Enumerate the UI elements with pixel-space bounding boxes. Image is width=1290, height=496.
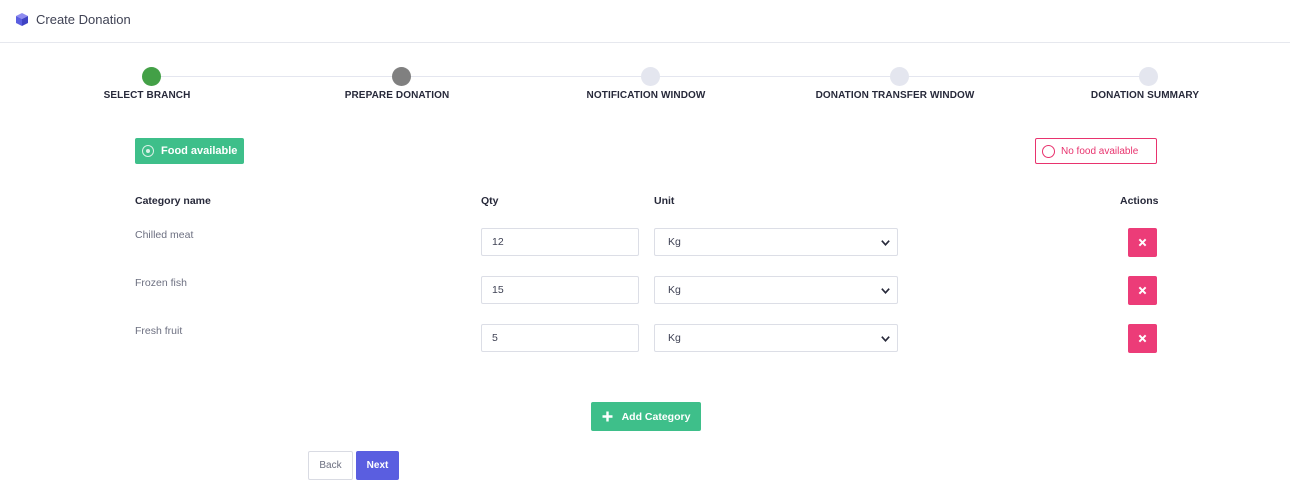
food-available-option[interactable]: Food available <box>135 138 244 164</box>
food-available-label: Food available <box>161 145 238 157</box>
step-dot-donation-transfer-window <box>890 67 909 86</box>
category-name: Frozen fish <box>135 277 187 289</box>
qty-input[interactable] <box>481 228 639 256</box>
column-header-unit: Unit <box>654 195 675 207</box>
page-header: Create Donation <box>0 0 1290 43</box>
progress-stepper: SELECT BRANCH PREPARE DONATION NOTIFICAT… <box>0 66 1290 106</box>
step-dot-donation-summary <box>1139 67 1158 86</box>
radio-selected-icon <box>142 145 154 157</box>
unit-select-value: Kg <box>668 236 681 248</box>
no-food-available-option[interactable]: No food available <box>1035 138 1157 164</box>
step-label-select-branch: SELECT BRANCH <box>103 90 191 101</box>
step-dot-prepare-donation <box>392 67 411 86</box>
qty-input[interactable] <box>481 276 639 304</box>
radio-unselected-icon <box>1042 144 1055 158</box>
step-label-notification-window: NOTIFICATION WINDOW <box>586 90 706 101</box>
add-category-label: Add Category <box>621 410 691 423</box>
delete-row-button[interactable] <box>1128 228 1157 257</box>
close-icon <box>1138 334 1147 343</box>
unit-select-value: Kg <box>668 332 681 344</box>
category-name: Fresh fruit <box>135 325 183 337</box>
step-dot-notification-window <box>641 67 660 86</box>
step-label-donation-summary: DONATION SUMMARY <box>1090 90 1200 101</box>
step-label-prepare-donation: PREPARE DONATION <box>344 90 450 101</box>
back-button[interactable]: Back <box>308 451 353 480</box>
no-food-available-label: No food available <box>1061 145 1139 157</box>
next-button[interactable]: Next <box>356 451 399 480</box>
delete-row-button[interactable] <box>1128 276 1157 305</box>
add-category-button[interactable]: Add Category <box>591 402 701 431</box>
chevron-down-icon <box>881 288 890 295</box>
qty-input[interactable] <box>481 324 639 352</box>
unit-select-value: Kg <box>668 284 681 296</box>
close-icon <box>1138 286 1147 295</box>
plus-icon <box>602 411 613 422</box>
unit-select[interactable]: Kg <box>654 324 898 352</box>
column-header-actions: Actions <box>1120 195 1159 207</box>
chevron-down-icon <box>881 336 890 343</box>
step-dot-select-branch <box>142 67 161 86</box>
page-title: Create Donation <box>36 12 131 27</box>
category-name: Chilled meat <box>135 229 194 241</box>
close-icon <box>1138 238 1147 247</box>
unit-select[interactable]: Kg <box>654 228 898 256</box>
chevron-down-icon <box>881 240 890 247</box>
unit-select[interactable]: Kg <box>654 276 898 304</box>
cube-icon <box>16 13 28 26</box>
column-header-category: Category name <box>135 195 211 207</box>
column-header-qty: Qty <box>481 195 499 207</box>
step-label-donation-transfer-window: DONATION TRANSFER WINDOW <box>815 90 975 101</box>
delete-row-button[interactable] <box>1128 324 1157 353</box>
